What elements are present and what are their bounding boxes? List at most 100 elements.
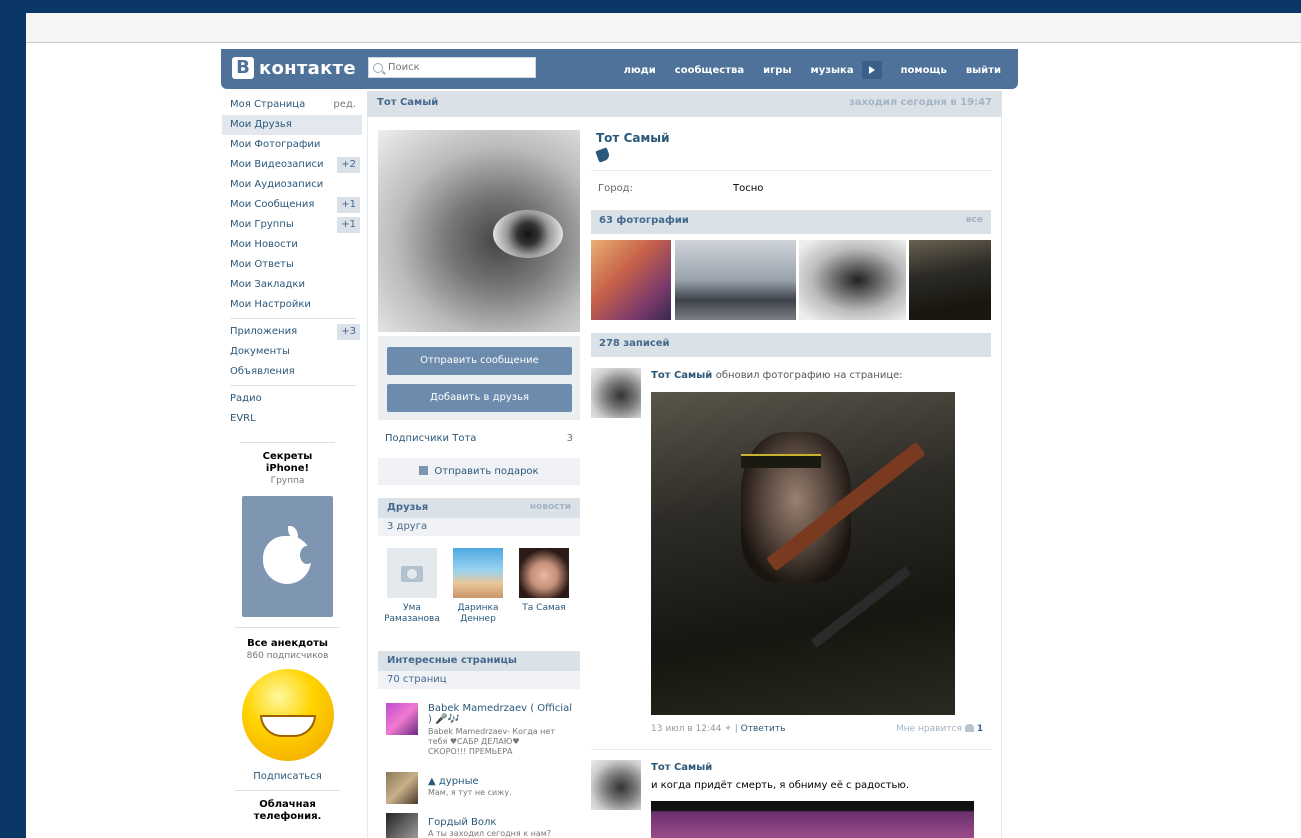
post-author-avatar[interactable]	[591, 368, 641, 418]
camera-icon	[387, 548, 437, 598]
city-label: Город:	[598, 183, 633, 194]
smiley-icon[interactable]	[241, 669, 334, 761]
nav-logout[interactable]: выйти	[966, 65, 1001, 76]
post-date[interactable]: 13 июл в 12:44	[651, 724, 721, 734]
nav-games[interactable]: игры	[763, 65, 791, 76]
interesting-page-item[interactable]: ▲ дурные Мам, я тут не сижу.	[386, 772, 576, 812]
menu-apps[interactable]: Приложения +3	[222, 322, 362, 342]
menu-my-audio[interactable]: Мои Аудиозаписи	[222, 175, 362, 195]
interesting-page-item[interactable]: Babek Mamedrzaev ( Official ) 🎤🎶 Babek M…	[386, 703, 576, 763]
reply-link[interactable]: Ответить	[741, 724, 786, 734]
interesting-pages-header[interactable]: Интересные страницы	[378, 651, 580, 671]
nav-people[interactable]: люди	[624, 65, 656, 76]
menu-documents[interactable]: Документы	[222, 342, 362, 362]
menu-my-groups[interactable]: Мои Группы +1	[222, 215, 362, 235]
subscribers-count: 3	[566, 433, 573, 444]
friend-item[interactable]: Даринка Деннер	[448, 548, 508, 625]
menu-item-label: Мои Аудиозаписи	[230, 179, 324, 190]
wall-header[interactable]: 278 записей	[591, 333, 991, 357]
photos-all-link[interactable]: все	[966, 215, 983, 225]
menu-my-friends[interactable]: Мои Друзья	[222, 115, 362, 135]
send-message-button[interactable]: Отправить сообщение	[387, 347, 572, 375]
friends-title: Друзья	[387, 502, 429, 513]
menu-ads[interactable]: Объявления	[222, 362, 362, 382]
menu-my-photos[interactable]: Мои Фотографии	[222, 135, 362, 155]
menu-evrl[interactable]: EVRL	[222, 409, 362, 429]
browser-toolbar	[26, 13, 1301, 43]
ad-subtitle: Группа	[270, 476, 305, 486]
menu-my-page[interactable]: Моя Страница ред.	[222, 95, 362, 115]
friends-news-link[interactable]: новости	[530, 502, 571, 512]
friend-name: Ума Рамазанова	[384, 603, 440, 624]
menu-item-label: Мои Видеозаписи	[230, 159, 324, 170]
menu-my-videos[interactable]: Мои Видеозаписи +2	[222, 155, 362, 175]
play-icon[interactable]	[861, 61, 882, 79]
menu-my-news[interactable]: Мои Новости	[222, 235, 362, 255]
add-friend-button[interactable]: Добавить в друзья	[387, 384, 572, 412]
search-input[interactable]	[388, 62, 528, 73]
menu-item-label: Мои Ответы	[230, 259, 294, 270]
send-gift-button[interactable]: Отправить подарок	[378, 458, 580, 485]
apple-logo-icon[interactable]	[242, 496, 333, 617]
profile-avatar[interactable]	[378, 130, 580, 332]
menu-item-label: Мои Новости	[230, 239, 298, 250]
ad-title[interactable]: Облачная телефония.	[250, 799, 325, 823]
city-value[interactable]: Тосно	[733, 183, 763, 194]
menu-divider	[230, 318, 356, 319]
photo-thumbnail[interactable]	[675, 240, 796, 320]
photo-thumbnail[interactable]	[799, 240, 906, 320]
friend-item[interactable]: Ума Рамазанова	[382, 548, 442, 625]
interesting-pages-title: Интересные страницы	[387, 655, 517, 666]
nav-communities[interactable]: сообщества	[675, 65, 744, 76]
search-box[interactable]	[368, 57, 536, 78]
menu-my-messages[interactable]: Мои Сообщения +1	[222, 195, 362, 215]
like-button[interactable]: Мне нравится 1	[896, 724, 983, 734]
friend-avatar	[453, 548, 503, 598]
last-seen-status: заходил сегодня в 19:47	[848, 97, 992, 108]
post-photo[interactable]	[651, 801, 974, 838]
browser-frame-left	[0, 0, 26, 838]
post-photo[interactable]	[651, 392, 955, 715]
friends-block-header[interactable]: Друзья новости	[378, 498, 580, 518]
page-name: Babek Mamedrzaev ( Official ) 🎤🎶	[428, 703, 572, 725]
interesting-page-item[interactable]: Гордый Волк А ты заходил сегодня к нам?	[386, 813, 576, 838]
menu-my-bookmarks[interactable]: Мои Закладки	[222, 275, 362, 295]
menu-my-settings[interactable]: Мои Настройки	[222, 295, 362, 315]
search-icon	[373, 62, 383, 73]
counter-badge: +1	[337, 197, 360, 213]
menu-item-label: Мои Группы	[230, 219, 294, 230]
counter-badge: +2	[337, 157, 360, 173]
page-avatar	[386, 703, 418, 735]
site-logo[interactable]: В контакте	[232, 57, 356, 79]
edit-link[interactable]: ред.	[333, 95, 356, 115]
menu-item-label: Мои Друзья	[230, 119, 292, 130]
menu-item-label: Приложения	[230, 326, 298, 337]
post-author-name[interactable]: Тот Самый	[651, 762, 712, 773]
subscribe-link[interactable]: Подписаться	[230, 771, 345, 782]
nav-music[interactable]: музыка	[811, 65, 854, 76]
ad-title[interactable]: Секреты iPhone!	[253, 451, 323, 475]
page-header-name[interactable]: Тот Самый	[377, 97, 438, 108]
interesting-pages-count: 70 страниц	[378, 671, 580, 689]
photos-header[interactable]: 63 фотографии все	[591, 210, 991, 234]
menu-my-answers[interactable]: Мои Ответы	[222, 255, 362, 275]
page-avatar	[386, 772, 418, 804]
post-author-name[interactable]: Тот Самый	[651, 370, 712, 381]
page-description: А ты заходил сегодня к нам?	[428, 829, 552, 838]
pin-icon: ✦	[724, 724, 735, 734]
photo-thumbnail[interactable]	[909, 240, 991, 320]
profile-name: Тот Самый	[596, 131, 670, 145]
subscribers-link[interactable]: Подписчики Тота 3	[385, 433, 573, 444]
friend-item[interactable]: Та Самая	[514, 548, 574, 614]
post-author-avatar[interactable]	[591, 760, 641, 810]
menu-radio[interactable]: Радио	[222, 389, 362, 409]
ad-title[interactable]: Все анекдоты	[230, 638, 345, 650]
page-header: Тот Самый заходил сегодня в 19:47	[367, 91, 1002, 117]
like-count: 1	[976, 724, 984, 734]
eye-graphic	[493, 210, 563, 258]
nav-help[interactable]: помощь	[901, 65, 947, 76]
divider	[591, 170, 991, 171]
photo-thumbnail[interactable]	[591, 240, 671, 320]
heart-icon	[964, 724, 974, 732]
friends-count: 3 друга	[378, 518, 580, 536]
